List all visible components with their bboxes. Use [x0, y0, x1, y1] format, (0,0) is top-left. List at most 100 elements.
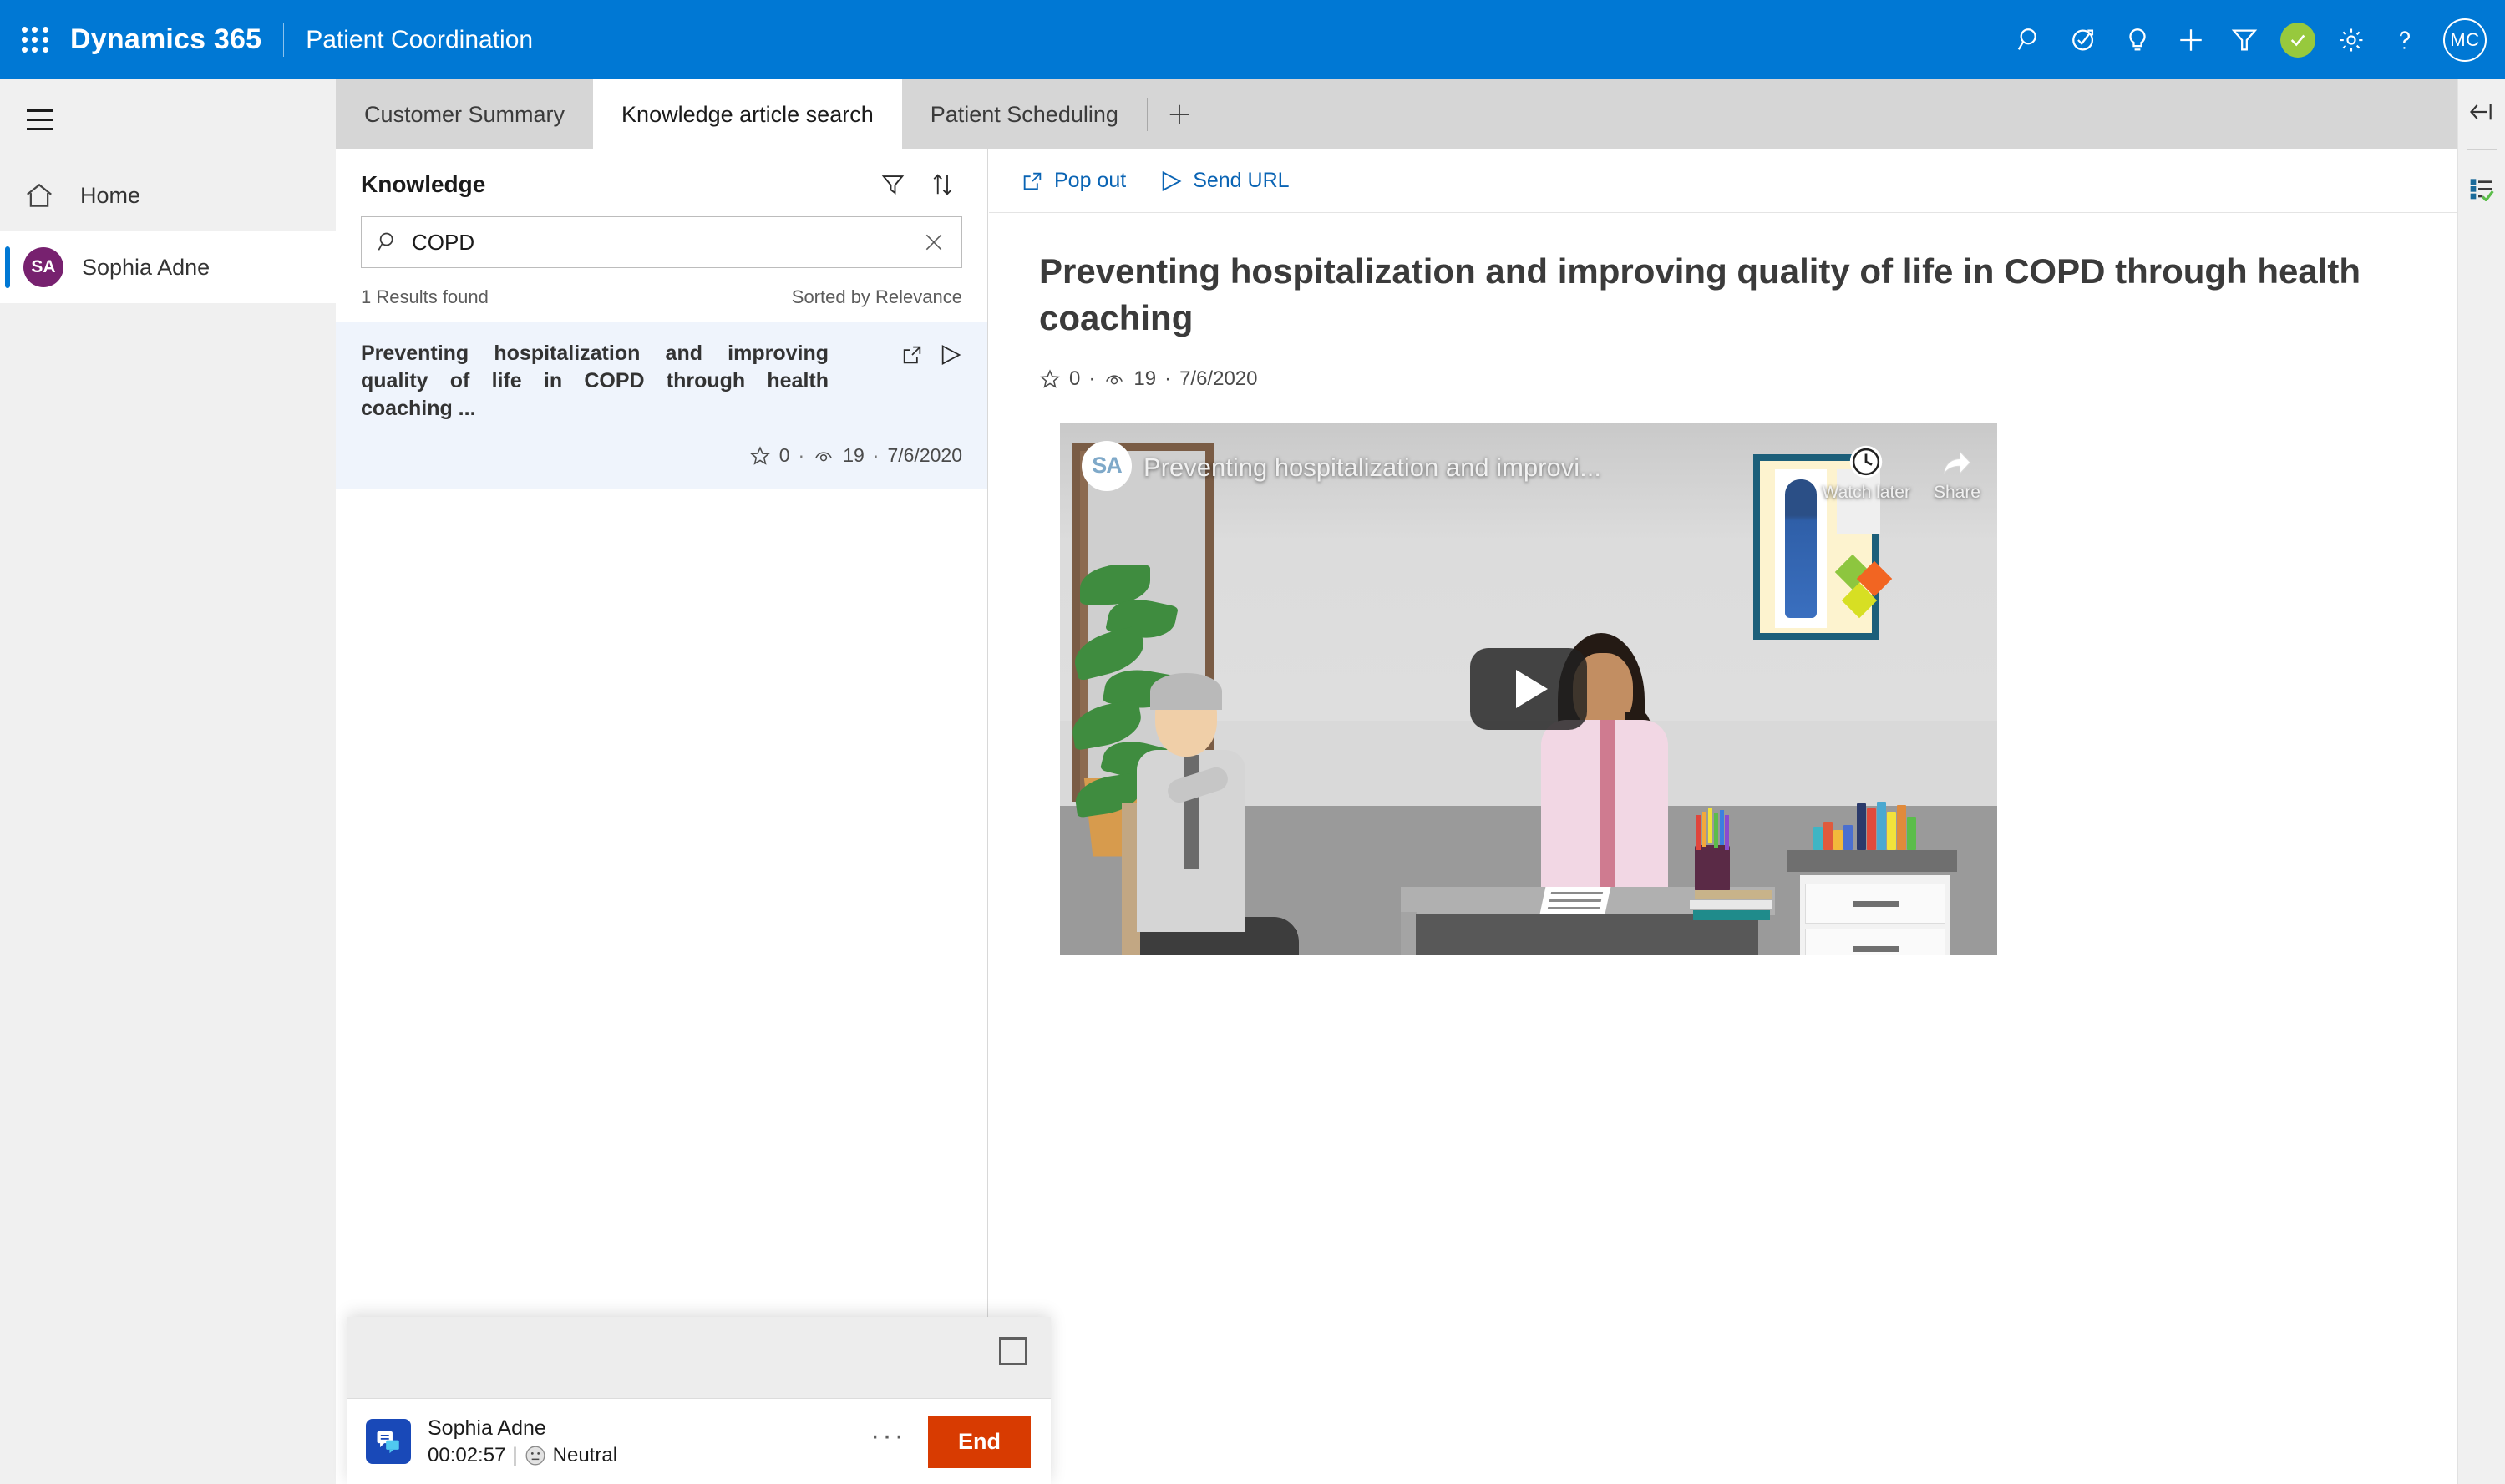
tab-customer-summary[interactable]: Customer Summary — [336, 79, 593, 149]
call-contact-info: Sophia Adne 00:02:57 | Neutral — [428, 1416, 617, 1466]
video-scene-patient-tie — [1184, 754, 1199, 869]
star-icon — [1040, 368, 1060, 388]
help-icon[interactable] — [2378, 0, 2431, 79]
gear-icon[interactable] — [2325, 0, 2378, 79]
video-overlay-title[interactable]: Preventing hospitalization and improvi..… — [1143, 453, 1601, 483]
end-call-button[interactable]: End — [928, 1415, 1031, 1468]
plus-icon[interactable] — [2164, 0, 2218, 79]
collapse-pane-icon[interactable] — [2458, 79, 2505, 144]
rail-divider — [2467, 149, 2497, 150]
knowledge-panel-header: Knowledge — [336, 149, 987, 206]
brand-title: Dynamics 365 — [70, 23, 262, 55]
session-tab-strip: Customer Summary Knowledge article searc… — [336, 79, 2457, 149]
home-icon — [23, 180, 72, 211]
clock-icon — [1849, 445, 1883, 478]
sort-label[interactable]: Sorted by Relevance — [792, 286, 962, 308]
call-duration: 00:02:57 — [428, 1443, 506, 1466]
search-icon[interactable] — [2004, 0, 2057, 79]
pop-out-icon — [1023, 172, 1042, 190]
call-control-panel: Sophia Adne 00:02:57 | Neutral ··· End — [347, 1317, 1051, 1484]
panel-title: Knowledge — [361, 171, 486, 197]
search-input[interactable] — [412, 229, 906, 256]
hamburger-icon[interactable] — [0, 79, 80, 160]
more-options-button[interactable]: ··· — [870, 1420, 928, 1464]
result-actions — [900, 340, 962, 367]
views-icon — [815, 451, 833, 461]
result-title[interactable]: Preventing hospitalization and improving… — [361, 340, 829, 423]
video-scene-pencil-cup — [1695, 808, 1730, 892]
app-launcher-icon[interactable] — [18, 23, 52, 57]
article-pane: Pop out Send URL Preventing hospitalizat… — [989, 149, 2457, 1484]
channel-avatar[interactable]: SA — [1082, 440, 1132, 491]
chat-session-icon[interactable] — [366, 1419, 411, 1464]
send-url-icon — [1162, 170, 1182, 191]
article-date: 7/6/2020 — [1179, 367, 1258, 390]
article-rating: 0 — [1069, 367, 1081, 390]
watch-later-label: Watch later — [1822, 482, 1910, 502]
video-scene-drawer — [1805, 883, 1945, 924]
star-icon — [749, 445, 770, 465]
share-button[interactable]: Share — [1934, 444, 1980, 503]
avatar: SA — [23, 247, 63, 287]
video-scene-drawer — [1805, 928, 1945, 955]
meta-separator: · — [1088, 367, 1096, 390]
search-input-wrapper[interactable] — [361, 216, 962, 268]
global-header: Dynamics 365 Patient Coordination MC — [0, 0, 2505, 79]
send-url-button[interactable]: Send URL — [1159, 169, 1290, 193]
result-row: Preventing hospitalization and improving… — [361, 340, 962, 423]
video-scene-paper — [1539, 886, 1611, 914]
play-button-icon[interactable] — [1470, 647, 1587, 730]
check-badge-icon[interactable] — [2271, 0, 2325, 79]
video-scene-poster-figure — [1785, 479, 1817, 618]
video-scene-poster-body — [1775, 468, 1827, 628]
user-avatar[interactable]: MC — [2443, 18, 2487, 62]
left-navigation: Home SA Sophia Adne — [0, 79, 336, 1484]
status-separator: | — [512, 1443, 518, 1466]
call-status-row: 00:02:57 | Neutral — [428, 1444, 617, 1467]
checklist-icon[interactable] — [2458, 155, 2505, 220]
pop-out-label: Pop out — [1054, 169, 1127, 192]
results-count: 1 Results found — [361, 286, 489, 307]
close-icon[interactable] — [906, 231, 961, 253]
pop-out-button[interactable]: Pop out — [1021, 169, 1126, 193]
header-actions: MC — [2004, 0, 2505, 79]
assistant-icon[interactable] — [2057, 0, 2111, 79]
maximize-icon[interactable] — [999, 1337, 1027, 1365]
call-session-bar: Sophia Adne 00:02:57 | Neutral ··· End — [347, 1398, 1051, 1484]
tab-patient-scheduling[interactable]: Patient Scheduling — [902, 79, 1147, 149]
app-name: Patient Coordination — [306, 25, 534, 53]
views-icon — [1106, 374, 1123, 384]
filter-icon[interactable] — [2218, 0, 2271, 79]
video-scene-books — [1695, 889, 1772, 899]
lightbulb-icon[interactable] — [2111, 0, 2164, 79]
video-scene-doctor-coat-inner — [1600, 719, 1615, 914]
embedded-video-player[interactable]: SA Preventing hospitalization and improv… — [1060, 422, 1997, 955]
video-scene-patient-hair — [1150, 672, 1222, 710]
article-views: 19 — [1133, 367, 1157, 390]
list-item[interactable]: Preventing hospitalization and improving… — [336, 322, 987, 489]
share-label: Share — [1933, 482, 1980, 502]
video-overlay-actions: Watch later Share — [1823, 444, 1980, 503]
tab-knowledge-article-search[interactable]: Knowledge article search — [593, 79, 902, 149]
video-scene-books — [1690, 899, 1772, 909]
watch-later-button[interactable]: Watch later — [1823, 444, 1910, 503]
knowledge-panel: Knowledge COPD 1 Results found Sorted by… — [336, 149, 988, 1484]
stat-separator: · — [872, 444, 880, 466]
results-meta: 1 Results found Sorted by Relevance — [336, 268, 987, 322]
page-title: Preventing hospitalization and improving… — [1039, 251, 2361, 338]
video-scene-patient-shin — [1264, 929, 1297, 955]
sidebar-item-home[interactable]: Home — [0, 160, 336, 231]
status-badge[interactable] — [2280, 22, 2315, 58]
sidebar-item-label: Sophia Adne — [82, 254, 210, 280]
sidebar-item-sophia-adne[interactable]: SA Sophia Adne — [0, 231, 336, 303]
filter-icon[interactable] — [880, 172, 905, 197]
share-arrow-icon — [1943, 449, 1971, 475]
sort-icon[interactable] — [931, 172, 956, 197]
knowledge-panel-actions — [880, 172, 962, 197]
sidebar-item-label: Home — [80, 182, 141, 208]
pop-out-icon[interactable] — [900, 343, 924, 367]
article-toolbar: Pop out Send URL — [989, 149, 2457, 213]
send-url-icon[interactable] — [939, 343, 962, 367]
video-scene-desk-side — [1401, 911, 1417, 955]
add-tab-button[interactable] — [1148, 79, 1211, 149]
